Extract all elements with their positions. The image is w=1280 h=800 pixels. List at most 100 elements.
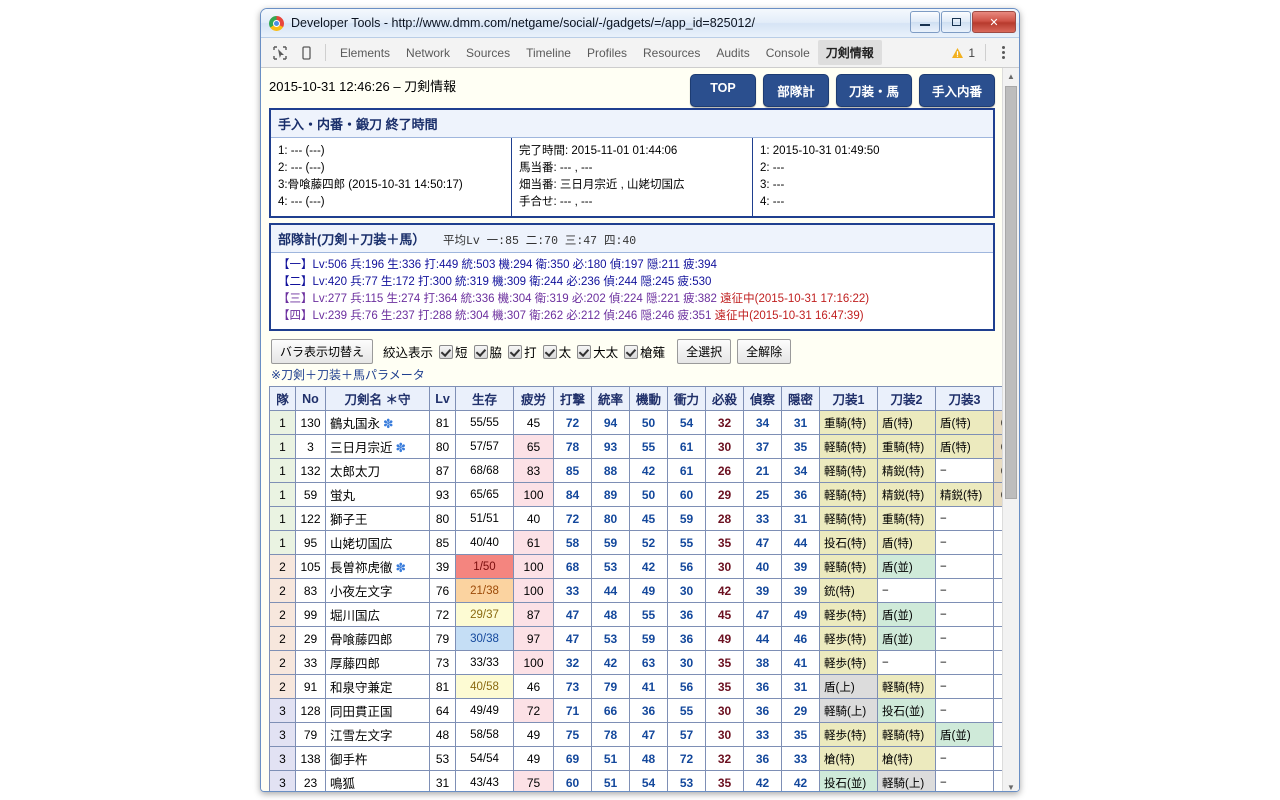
table-row[interactable]: 1 59 蛍丸 93 65/65 100 84 89 50 60 29 25 36 軽騎(特) 精鋭(特) 精…	[269, 482, 1019, 507]
table-row[interactable]: 3138御手杵5354/544969514872323633槍(特)槍(特)−−	[269, 746, 1019, 771]
table-row[interactable]: 323鳴狐3143/437560515453354242投石(並)軽騎(上)−−	[269, 770, 1019, 791]
cell-number: 83	[295, 578, 326, 603]
cell-hp: 29/37	[455, 602, 514, 627]
tab-network[interactable]: Network	[398, 42, 458, 64]
nav-party-total-button[interactable]: 部隊計	[762, 74, 829, 107]
cell-equipment-3: 精鋭(特)	[935, 482, 994, 507]
tab-timeline[interactable]: Timeline	[518, 42, 579, 64]
nav-top-button[interactable]: TOP	[689, 74, 756, 107]
cell-impact: 47	[553, 602, 592, 627]
scroll-up-arrow[interactable]: ▲	[1003, 68, 1019, 84]
forge-slot-3: 3: ---	[760, 179, 785, 191]
device-toolbar-icon[interactable]	[293, 42, 319, 64]
nav-repair-chores-button[interactable]: 手入内番	[918, 74, 995, 107]
cell-level: 48	[429, 722, 456, 747]
cell-impact: 32	[553, 650, 592, 675]
inspect-cursor-icon[interactable]	[267, 42, 293, 64]
checkbox-box[interactable]	[624, 344, 639, 359]
tab-sources[interactable]: Sources	[458, 42, 518, 64]
finish-time-columns: 1: --- (---) 2: --- (---) 3:骨喰藤四郎 (2015-…	[271, 138, 993, 216]
cell-critical: 30	[705, 722, 744, 747]
vertical-scrollbar[interactable]: ▲ ▼	[1002, 68, 1019, 792]
maximize-button[interactable]	[941, 11, 971, 33]
table-row[interactable]: 1 132 太郎太刀 87 68/68 83 85 88 42 61 26 21 34 軽騎(特) 精鋭(特…	[269, 458, 1019, 483]
filter-checkbox-wakizashi[interactable]: 脇	[473, 342, 502, 361]
party-total-section: 部隊計(刀剣＋刀装＋馬） 平均Lv 一:85 二:70 三:47 四:40 【一…	[269, 223, 995, 331]
scrollbar-thumb[interactable]	[1005, 86, 1017, 499]
cell-mobility: 63	[629, 650, 668, 675]
checkbox-box[interactable]	[577, 344, 592, 359]
kebab-menu-icon[interactable]	[996, 46, 1011, 59]
cell-charge: 60	[667, 482, 706, 507]
filter-checkbox-odachi[interactable]: 大太	[577, 342, 618, 361]
filter-checkbox-tachi[interactable]: 太	[542, 342, 571, 361]
close-button[interactable]: ✕	[972, 11, 1016, 33]
cell-number: 122	[295, 506, 326, 531]
minimize-button[interactable]	[910, 11, 940, 33]
filter-checkbox-tanto[interactable]: 短	[439, 342, 468, 361]
page-content: 2015-10-31 12:46:26 – 刀剣情報 TOP 部隊計 刀装・馬 …	[261, 68, 1019, 791]
cell-sword-name: 和泉守兼定	[325, 674, 430, 699]
cell-equipment-3: 盾(並)	[935, 722, 994, 747]
finish-repair-column: 1: --- (---) 2: --- (---) 3:骨喰藤四郎 (2015-…	[271, 138, 512, 216]
protected-star-icon: ✽	[395, 561, 406, 575]
cell-charge: 36	[667, 626, 706, 651]
repair-slot-2: 2: --- (---)	[278, 162, 325, 174]
cell-equipment-2: 精鋭(特)	[877, 458, 936, 483]
party-line-4: 【四】Lv:239 兵:76 生:237 打:288 統:304 機:307 衛…	[278, 308, 986, 325]
cell-team: 1	[269, 482, 296, 507]
table-row[interactable]: 3 79 江雪左文字 48 58/58 49 75 78 47 57 30 33 35 軽歩(特) 軽騎(特…	[269, 722, 1019, 747]
clear-all-button[interactable]: 全解除	[737, 339, 792, 364]
tab-elements[interactable]: Elements	[332, 42, 398, 64]
cell-equipment-3: −	[935, 554, 994, 579]
checkbox-box[interactable]	[439, 344, 454, 359]
cell-sword-name: 骨喰藤四郎	[325, 626, 430, 651]
cell-mobility: 36	[629, 698, 668, 723]
cell-sword-name: 小夜左文字	[325, 578, 430, 603]
checkbox-box[interactable]	[473, 344, 488, 359]
cell-critical: 26	[705, 458, 744, 483]
table-row[interactable]: 1 95 山姥切国広 85 40/40 61 58 59 52 55 35 47 44 投石(特) 盾(特)…	[269, 530, 1019, 555]
scroll-down-arrow[interactable]: ▼	[1003, 779, 1019, 792]
tab-touken-info[interactable]: 刀剣情報	[817, 40, 882, 65]
tab-console[interactable]: Console	[758, 42, 818, 64]
cell-equipment-1: 投石(特)	[819, 530, 878, 555]
toggle-display-button[interactable]: バラ表示切替え	[271, 339, 374, 364]
column-header-3: Lv	[429, 386, 456, 411]
cell-sword-name: 厚藤四郎	[325, 650, 430, 675]
cell-fatigue: 49	[513, 746, 554, 771]
checkbox-box[interactable]	[542, 344, 557, 359]
cell-impact: 84	[553, 482, 592, 507]
tab-resources[interactable]: Resources	[635, 42, 708, 64]
cell-equipment-3: 盾(特)	[935, 410, 994, 435]
cell-hp: 51/51	[455, 506, 514, 531]
cell-equipment-1: 軽騎(特)	[819, 482, 878, 507]
nav-equipment-horse-button[interactable]: 刀装・馬	[835, 74, 912, 107]
cell-level: 76	[429, 578, 456, 603]
tab-profiles[interactable]: Profiles	[579, 42, 635, 64]
warning-count: 1	[968, 45, 975, 60]
filter-checkbox-uchigatana[interactable]: 打	[508, 342, 537, 361]
party-line-2-text: 【二】Lv:420 兵:77 生:172 打:300 統:319 機:309 衛…	[278, 276, 712, 288]
table-row[interactable]: 233厚藤四郎7333/3310032426330353841軽歩(特)−−−	[269, 650, 1019, 675]
table-row[interactable]: 3 128 同田貫正国 64 49/49 72 71 66 36 55 30 36 29 軽騎(上) 投石(…	[269, 698, 1019, 723]
warning-triangle-icon	[952, 47, 964, 58]
table-row[interactable]: 2 91 和泉守兼定 81 40/58 46 73 79 41 56 35 36 31 盾(上) 軽騎(特)…	[269, 674, 1019, 699]
table-row[interactable]: 2 29 骨喰藤四郎 79 30/38 97 47 53 59 36 49 44 46 軽歩(特) 盾(並)…	[269, 626, 1019, 651]
select-all-button[interactable]: 全選択	[677, 339, 732, 364]
cell-charge: 54	[667, 410, 706, 435]
cell-number: 3	[295, 434, 326, 459]
table-row[interactable]: 2 99 堀川国広 72 29/37 87 47 48 55 36 45 47 49 軽歩(特) 盾(並) −…	[269, 602, 1019, 627]
cell-concealment: 33	[781, 746, 820, 771]
table-row[interactable]: 2 105 長曽祢虎徹 ✽ 39 1/50 100 68 53 42 56 30 40 39 軽騎(特) 盾(…	[269, 554, 1019, 579]
table-row[interactable]: 1 3 三日月宗近 ✽ 80 57/57 65 78 93 55 61 30 37 35 軽騎(特) 重騎(特…	[269, 434, 1019, 459]
tab-audits[interactable]: Audits	[708, 42, 757, 64]
table-row[interactable]: 1 122 獅子王 80 51/51 40 72 80 45 59 28 33 31 軽騎(特) 重騎(特)…	[269, 506, 1019, 531]
checkbox-box[interactable]	[508, 344, 523, 359]
filter-checkbox-yari-naginata[interactable]: 槍薙	[624, 342, 665, 361]
column-header-1: No	[295, 386, 326, 411]
cell-charge: 30	[667, 650, 706, 675]
table-row[interactable]: 283小夜左文字7621/3810033444930423939銃(特)−−−	[269, 578, 1019, 603]
repair-slot-4: 4: --- (---)	[278, 196, 325, 208]
table-row[interactable]: 1 130 鶴丸国永 ✽ 81 55/55 45 72 94 50 54 32 34 31 重騎(特) 盾(特…	[269, 410, 1019, 435]
